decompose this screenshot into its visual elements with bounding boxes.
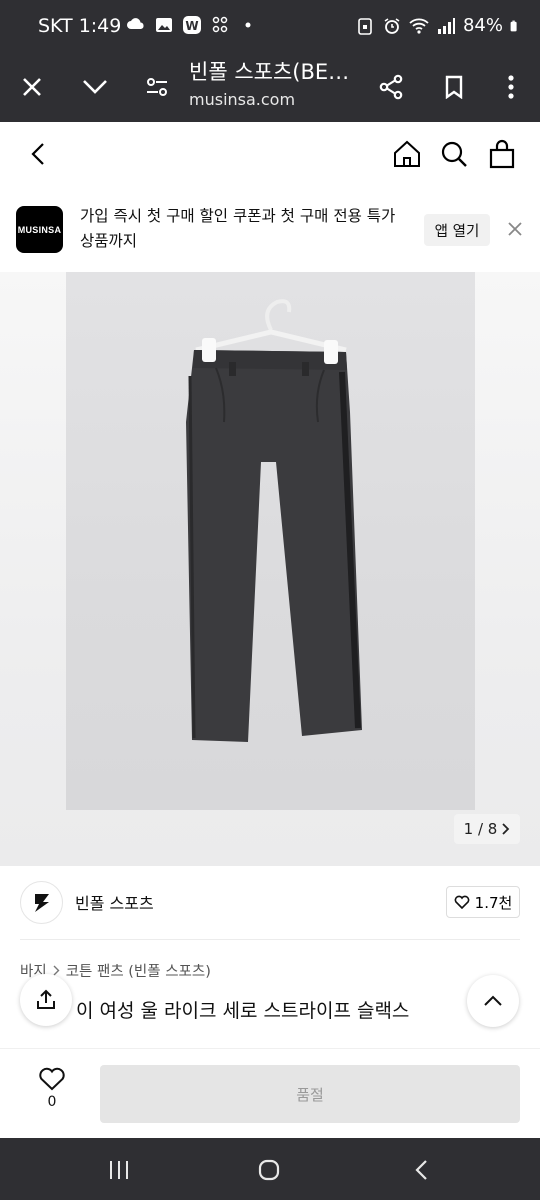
close-tab-button[interactable]	[9, 64, 55, 110]
gallery-counter-text: 1 / 8	[463, 820, 498, 838]
product-photo	[66, 272, 475, 810]
brand-name[interactable]: 빈폴 스포츠	[75, 890, 154, 914]
home-button[interactable]	[387, 134, 427, 174]
bookmark-button[interactable]	[431, 64, 477, 110]
banner-close-icon[interactable]	[505, 219, 525, 239]
cart-button[interactable]	[482, 134, 522, 174]
search-icon	[441, 141, 467, 167]
back-button[interactable]	[18, 134, 58, 174]
product-image-gallery[interactable]: 1 / 8	[0, 272, 540, 866]
close-icon	[23, 78, 41, 96]
back-nav-button[interactable]	[403, 1152, 439, 1188]
soldout-button[interactable]: 품절	[100, 1065, 520, 1123]
site-settings-button[interactable]	[134, 64, 180, 110]
purchase-bar: 0 품절	[0, 1048, 540, 1138]
tune-icon	[147, 78, 167, 96]
home-circle-icon	[258, 1159, 280, 1181]
status-right-icons: 84%	[355, 15, 522, 36]
home-nav-button[interactable]	[251, 1152, 287, 1188]
more-vertical-icon	[508, 75, 514, 99]
dots-grid-icon	[212, 16, 228, 33]
share-page-button[interactable]	[368, 64, 414, 110]
app-install-banner: MUSINSA 가입 즉시 첫 구매 할인 쿠폰과 첫 구매 전용 특가 상품까…	[0, 188, 540, 272]
signal-icon	[437, 17, 455, 34]
chevron-up-icon	[484, 995, 502, 1006]
browser-toolbar: 빈폴 스포츠(BE… musinsa.com	[0, 52, 540, 122]
musinsa-logo: MUSINSA	[16, 206, 63, 253]
beanpole-logo-icon	[34, 893, 49, 912]
breadcrumb-subcategory[interactable]: 코튼 팬츠 (빈폴 스포츠)	[66, 960, 211, 981]
page-url: musinsa.com	[189, 90, 296, 109]
gallery-icon	[156, 18, 172, 32]
share-upload-icon	[37, 989, 55, 1009]
battery-icon	[510, 20, 517, 31]
wishlist-count: 0	[47, 1094, 57, 1110]
cloud-sync-icon	[127, 18, 144, 29]
brand-like-count: 1.7천	[474, 893, 513, 912]
recent-apps-icon	[110, 1161, 128, 1179]
minimize-button[interactable]	[72, 64, 118, 110]
brand-avatar[interactable]	[20, 881, 63, 924]
chevron-down-icon	[83, 80, 107, 94]
chevron-left-icon	[31, 143, 44, 165]
open-app-button[interactable]: 앱 열기	[424, 214, 490, 246]
scroll-top-button[interactable]	[467, 975, 519, 1027]
status-left-icons: W	[126, 15, 258, 35]
status-bar: SKT 1:49 W 84%	[0, 0, 540, 52]
share-product-button[interactable]	[20, 974, 72, 1026]
heart-icon	[39, 1067, 65, 1091]
site-header	[0, 122, 540, 188]
chevron-right-icon	[502, 823, 510, 835]
w-app-icon: W	[183, 16, 201, 34]
status-time: SKT 1:49	[38, 15, 122, 37]
system-nav-bar	[0, 1138, 540, 1200]
notification-dot-icon	[245, 22, 251, 28]
bookmark-icon	[445, 75, 463, 99]
search-button[interactable]	[434, 134, 474, 174]
gallery-counter[interactable]: 1 / 8	[454, 814, 520, 844]
svg-text:W: W	[185, 19, 198, 33]
brand-row: 빈폴 스포츠 1.7천	[0, 866, 540, 940]
battery-percent: 84%	[462, 15, 503, 36]
banner-message: 가입 즉시 첫 구매 할인 쿠폰과 첫 구매 전용 특가 상품까지	[80, 207, 396, 250]
share-icon	[379, 74, 403, 100]
chevron-left-icon	[415, 1160, 427, 1180]
page-title: 빈폴 스포츠(BE…	[189, 60, 350, 84]
shopping-bag-icon	[489, 139, 515, 169]
alarm-icon	[384, 17, 400, 34]
wifi-icon	[409, 18, 429, 34]
lock-screen-icon	[358, 17, 372, 35]
recent-apps-button[interactable]	[101, 1152, 137, 1188]
more-options-button[interactable]	[488, 64, 534, 110]
brand-like-button[interactable]: 1.7천	[446, 886, 520, 918]
heart-icon	[454, 895, 470, 909]
product-pants-image	[186, 299, 362, 742]
wishlist-button[interactable]: 0	[32, 1067, 72, 1121]
home-icon	[394, 140, 420, 167]
product-title: 이 여성 울 라이크 세로 스트라이프 슬랙스	[76, 1000, 410, 1022]
divider	[20, 939, 520, 940]
